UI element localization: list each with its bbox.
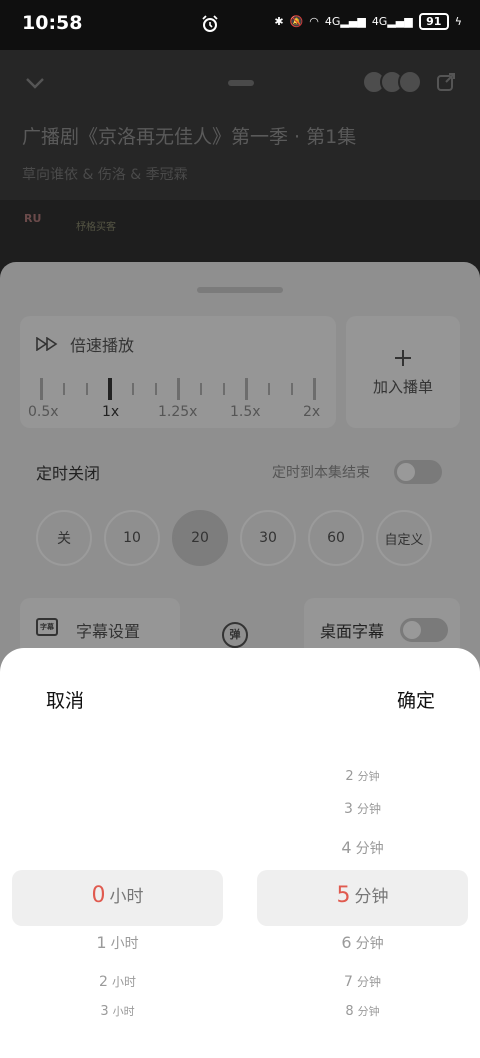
share-icon[interactable] — [436, 72, 456, 92]
drag-handle[interactable] — [197, 287, 283, 293]
minutes-option: 7 分钟 — [344, 974, 381, 990]
timer-end-toggle[interactable] — [394, 460, 442, 484]
speed-labels: 0.5x 1x 1.25x 1.5x 2x — [8, 404, 320, 422]
hours-selected: 0 小时 — [91, 883, 144, 908]
battery-icon: 91 — [418, 13, 449, 30]
timer-options: 关 10 20 30 60 自定义 — [36, 510, 436, 566]
speed-tick — [244, 378, 248, 400]
fast-forward-icon — [36, 337, 58, 351]
minutes-selected: 5 分钟 — [336, 883, 389, 908]
subtitle-icon: 字幕 — [36, 618, 58, 636]
timer-end-label: 定时到本集结束 — [272, 465, 370, 481]
plus-icon — [395, 350, 411, 366]
desktop-subtitle-toggle[interactable] — [400, 618, 448, 642]
confirm-button[interactable]: 确定 — [397, 686, 435, 713]
charging-icon: ϟ — [454, 15, 462, 28]
timer-option-off[interactable]: 关 — [36, 510, 92, 566]
minutes-option: 6 分钟 — [341, 933, 384, 952]
add-to-playlist-button[interactable]: 加入播单 — [346, 316, 460, 428]
player-header: 广播剧《京洛再无佳人》第一季 · 第1集 草向谁依 & 伤洛 & 季冠霖 RU … — [0, 50, 480, 280]
hours-option: 1 小时 — [96, 933, 139, 952]
episode-cast: 草向谁依 & 伤洛 & 季冠霖 — [22, 167, 188, 183]
timer-option-60[interactable]: 60 — [308, 510, 364, 566]
alarm-icon — [202, 15, 218, 32]
minutes-option: 4 分钟 — [341, 838, 384, 857]
timer-title: 定时关闭 — [36, 464, 101, 483]
status-time: 10:58 — [22, 12, 83, 34]
time-picker-sheet: 取消 确定 0 小时 1 小时 2 小时 3 小时 2 分钟 3 分钟 4 分钟… — [0, 648, 480, 1058]
minutes-option: 8 分钟 — [345, 1004, 380, 1019]
hours-option: 2 小时 — [99, 974, 136, 990]
speed-tick — [312, 378, 316, 400]
status-bar: 10:58 ✱ 🔕 ◠ 4G▂▄▆ 4G▂▄▆ 91 ϟ — [0, 0, 480, 50]
cancel-button[interactable]: 取消 — [46, 686, 84, 713]
listener-avatars[interactable] — [362, 70, 422, 94]
timer-option-custom[interactable]: 自定义 — [376, 510, 432, 566]
signal-1: 4G▂▄▆ — [324, 15, 366, 28]
timer-option-30[interactable]: 30 — [240, 510, 296, 566]
settings-panel: 倍速播放 0.5x 1x 1.25x 1.5x 2x 加入播单 定时关闭 定时到… — [0, 262, 480, 688]
minutes-option: 2 分钟 — [345, 769, 380, 784]
minutes-wheel[interactable]: 2 分钟 3 分钟 4 分钟 5 分钟 6 分钟 7 分钟 8 分钟 — [257, 768, 468, 1020]
danmu-icon[interactable]: 弹 — [222, 622, 248, 648]
timer-option-10[interactable]: 10 — [104, 510, 160, 566]
minutes-option: 3 分钟 — [344, 801, 381, 817]
speed-option[interactable]: 2x — [303, 404, 320, 420]
signal-2: 4G▂▄▆ — [371, 15, 413, 28]
episode-title: 广播剧《京洛再无佳人》第一季 · 第1集 — [22, 126, 357, 148]
speed-slider[interactable] — [40, 376, 316, 402]
brand-logo: RU — [24, 212, 42, 225]
subtitle-settings-label: 字幕设置 — [76, 622, 141, 641]
avatar — [398, 70, 422, 94]
cover-text: 杼格买客 — [76, 222, 116, 233]
speed-title: 倍速播放 — [70, 336, 135, 355]
speed-tick-selected — [107, 378, 112, 400]
mute-icon: 🔕 — [289, 15, 304, 28]
hours-wheel[interactable]: 0 小时 1 小时 2 小时 3 小时 — [12, 768, 223, 1020]
status-icons: ✱ 🔕 ◠ 4G▂▄▆ 4G▂▄▆ 91 ϟ — [274, 13, 462, 30]
speed-tick — [40, 378, 43, 400]
hours-option: 3 小时 — [100, 1004, 135, 1019]
bluetooth-icon: ✱ — [274, 15, 284, 28]
add-to-playlist-label: 加入播单 — [372, 378, 433, 396]
speed-tick — [176, 378, 180, 400]
speed-option[interactable]: 1.5x — [230, 404, 261, 420]
chevron-down-icon[interactable] — [24, 72, 46, 94]
speed-option[interactable]: 1.25x — [158, 404, 197, 420]
speed-option-selected[interactable]: 1x — [102, 404, 119, 420]
wifi-icon: ◠ — [309, 15, 319, 28]
speed-option[interactable]: 0.5x — [28, 404, 59, 420]
page-indicator — [228, 80, 254, 86]
desktop-subtitle-label: 桌面字幕 — [320, 622, 385, 641]
timer-option-20[interactable]: 20 — [172, 510, 228, 566]
